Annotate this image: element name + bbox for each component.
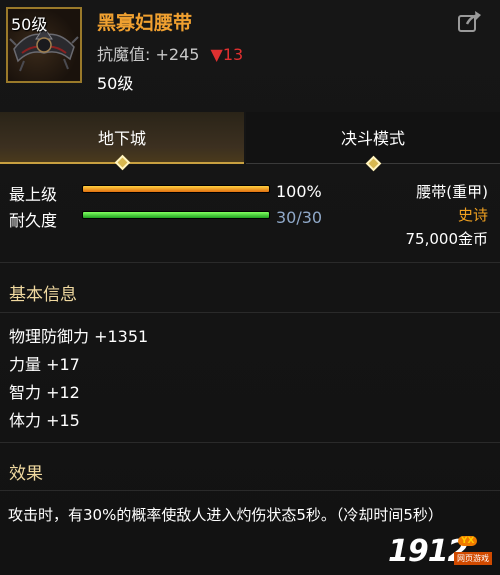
divider [0,442,500,443]
item-price: 75,000金币 [405,230,489,248]
item-tooltip: 50级 黑寡妇腰带 抗魔值: +245 ▼13 50级 地下城 决斗模式 最上级 [0,0,500,575]
divider [0,262,500,263]
attr-strength: 力量 +17 [9,355,80,374]
effect-description: 攻击时，有30%的概率使敌人进入灼伤状态5秒。（冷却时间5秒） [8,506,443,524]
watermark-sub: 网页游戏 [454,552,492,565]
tab-duel-diamond-icon [365,155,382,172]
attr-physical-defense: 物理防御力 +1351 [9,327,149,346]
item-type: 腰带(重甲) [416,183,488,201]
grade-label: 最上级 [9,185,58,204]
durability-bar [82,211,270,219]
effect-title: 效果 [9,464,43,484]
attr-intelligence: 智力 +12 [9,383,80,402]
tab-dungeon-diamond-icon [114,154,131,171]
magic-resist-label: 抗魔值: [97,45,151,64]
tooltip-header: 50级 黑寡妇腰带 抗魔值: +245 ▼13 50级 [0,0,500,110]
item-icon-slot[interactable]: 50级 [6,7,82,83]
watermark-badge: YX [458,536,478,546]
item-rarity: 史诗 [457,206,488,224]
share-button[interactable] [455,8,485,36]
magic-resist-line: 抗魔值: +245 ▼13 [97,41,243,65]
magic-resist-change: ▼13 [210,45,244,64]
divider [0,490,500,491]
attr-vitality: 体力 +15 [9,411,80,430]
grade-value: 100% [276,182,322,201]
divider [0,312,500,313]
tab-duel-mode-label: 决斗模式 [340,129,405,148]
grade-bar [82,185,270,193]
magic-resist-value: +245 [155,45,200,64]
tab-dungeon-label: 地下城 [97,129,146,148]
tab-duel-mode[interactable]: 决斗模式 [246,112,500,172]
share-icon [458,11,481,32]
basic-info-title: 基本信息 [9,285,77,305]
required-level: 50级 [97,74,134,93]
durability-bar-fill [83,212,269,218]
durability-value: 30/30 [276,208,323,227]
item-name: 黑寡妇腰带 [97,12,193,34]
icon-level-badge: 50级 [11,15,48,34]
mode-tabs: 地下城 决斗模式 [0,112,500,172]
tab-dungeon[interactable]: 地下城 [0,112,244,171]
durability-label: 耐久度 [9,211,58,230]
grade-bar-fill [83,186,269,192]
site-watermark-logo: 1912 YX 网页游戏 [388,532,498,572]
